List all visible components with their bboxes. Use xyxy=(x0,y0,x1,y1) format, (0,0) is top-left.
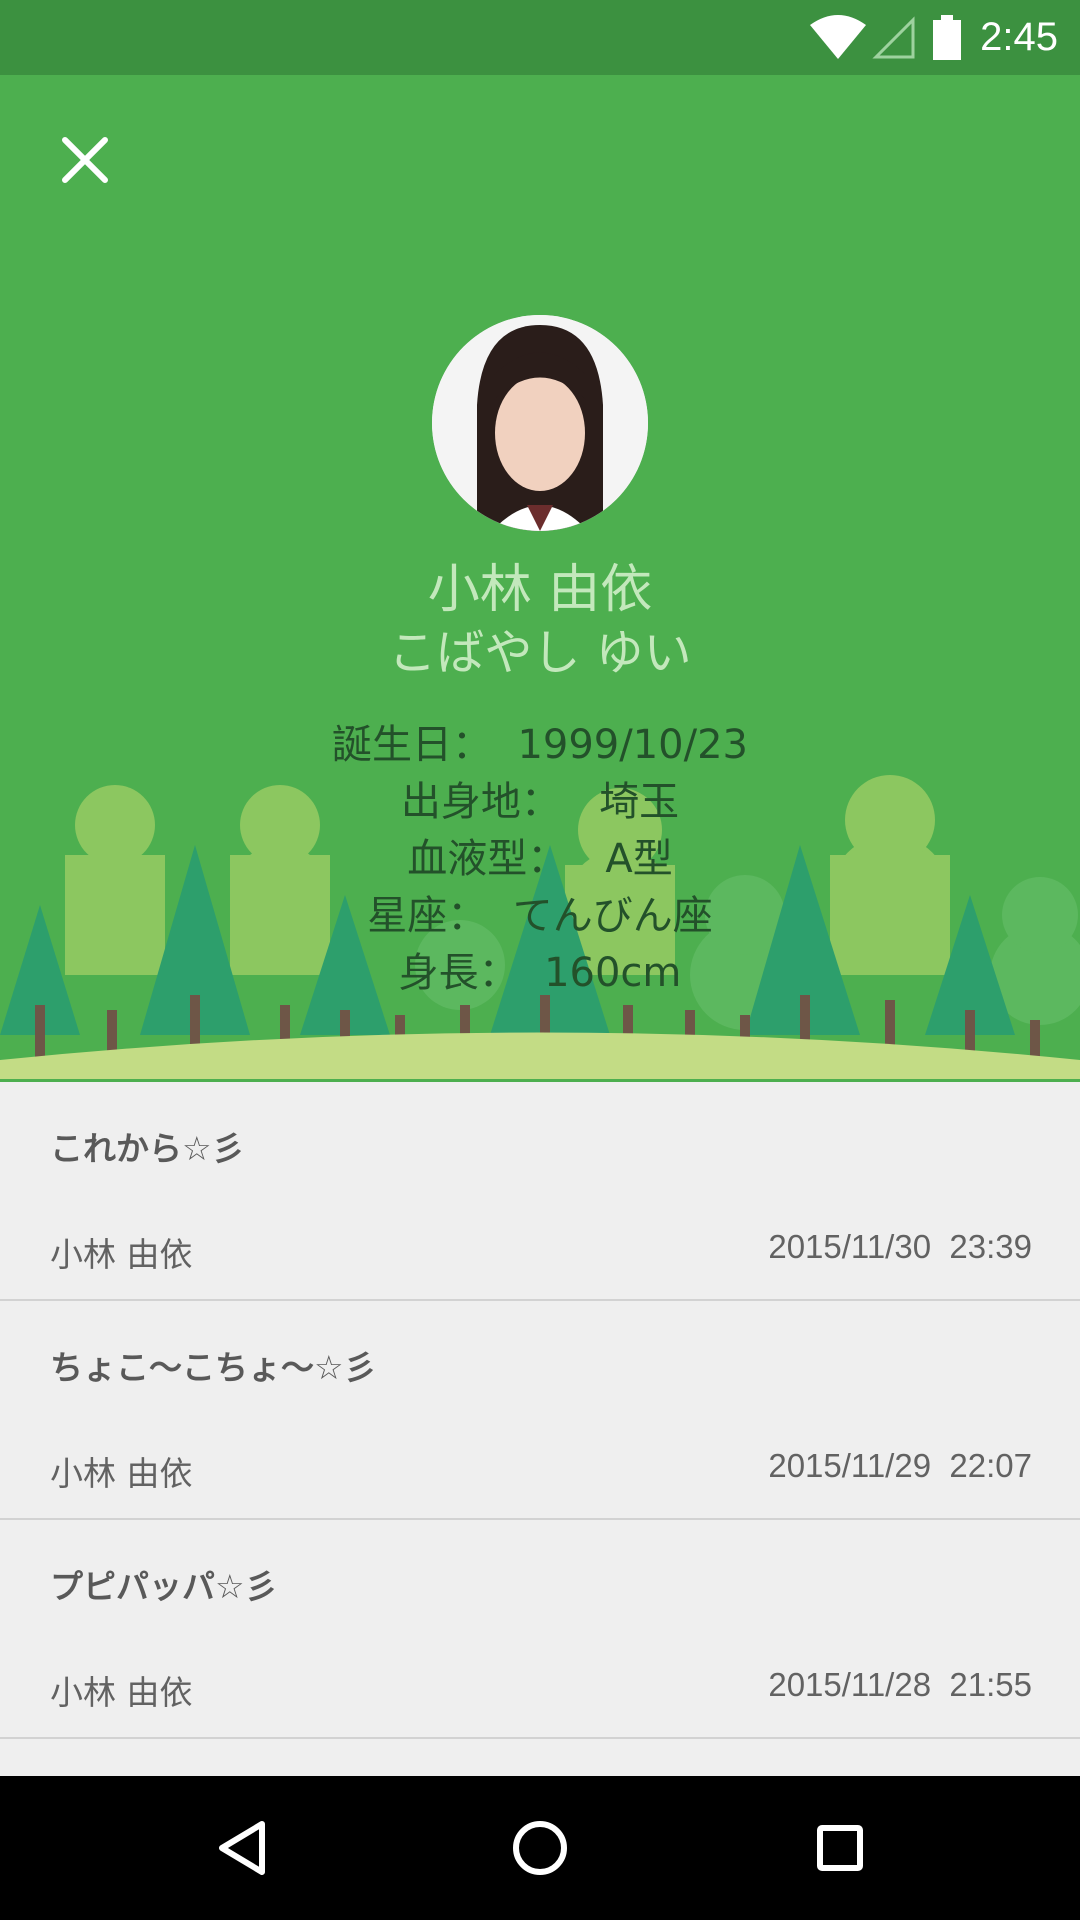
info-height: 身長： 160cm xyxy=(0,948,1080,998)
post-date: 2015/11/28 21:55 xyxy=(768,1666,1032,1704)
recents-icon xyxy=(760,1776,920,1920)
post-author: 小林 由依 xyxy=(50,1673,193,1712)
post-date: 2015/11/29 22:07 xyxy=(768,1447,1032,1485)
avatar xyxy=(432,315,648,531)
profile-kana: こばやし ゆい xyxy=(388,625,692,681)
info-birthplace: 出身地： 埼玉 xyxy=(0,777,1080,827)
info-label: 血液型： xyxy=(407,836,568,882)
info-value: 埼玉 xyxy=(599,779,680,825)
post-list: これから☆彡 小林 由依 2015/11/30 23:39 ちょこ〜こちょ〜☆彡… xyxy=(0,1082,1080,1739)
navigation-bar xyxy=(0,1776,1080,1920)
info-value: 160cm xyxy=(544,950,682,996)
info-label: 星座： xyxy=(367,893,488,939)
home-button[interactable] xyxy=(460,1776,620,1920)
list-item[interactable]: ちょこ〜こちょ〜☆彡 小林 由依 2015/11/29 22:07 xyxy=(0,1301,1080,1520)
info-birthday: 誕生日： 1999/10/23 xyxy=(0,720,1080,770)
wifi-icon xyxy=(808,14,868,61)
home-icon xyxy=(460,1776,620,1920)
info-label: 身長： xyxy=(398,950,519,996)
list-item[interactable]: これから☆彡 小林 由依 2015/11/30 23:39 xyxy=(0,1082,1080,1301)
info-blood-type: 血液型： A型 xyxy=(0,834,1080,884)
post-date: 2015/11/30 23:39 xyxy=(768,1228,1032,1266)
recents-button[interactable] xyxy=(760,1776,920,1920)
post-date-day: 2015/11/30 xyxy=(768,1228,932,1265)
info-value: 1999/10/23 xyxy=(517,722,748,768)
post-title: プピパッパ☆彡 xyxy=(50,1567,278,1606)
close-button[interactable] xyxy=(55,130,115,190)
battery-icon xyxy=(932,14,962,61)
status-bar: 2:45 xyxy=(0,0,1080,75)
post-date-day: 2015/11/28 xyxy=(768,1666,932,1703)
post-author: 小林 由依 xyxy=(50,1454,193,1493)
post-date-day: 2015/11/29 xyxy=(768,1447,932,1484)
post-title: これから☆彡 xyxy=(50,1129,245,1168)
post-author: 小林 由依 xyxy=(50,1235,193,1274)
status-time: 2:45 xyxy=(980,15,1058,59)
info-label: 誕生日： xyxy=(332,722,492,768)
back-icon xyxy=(160,1776,320,1920)
info-label: 出身地： xyxy=(400,779,561,825)
back-button[interactable] xyxy=(160,1776,320,1920)
info-value: てんびん座 xyxy=(512,893,713,939)
post-date-time: 23:39 xyxy=(949,1228,1032,1265)
profile-header: 小林 由依 こばやし ゆい 誕生日： 1999/10/23 出身地： 埼玉 血液… xyxy=(0,75,1080,1082)
profile-name: 小林 由依 xyxy=(427,560,653,620)
post-date-time: 21:55 xyxy=(949,1666,1032,1703)
list-item[interactable]: プピパッパ☆彡 小林 由依 2015/11/28 21:55 xyxy=(0,1520,1080,1739)
info-value: A型 xyxy=(605,836,673,882)
signal-icon xyxy=(872,15,916,60)
post-title: ちょこ〜こちょ〜☆彡 xyxy=(50,1348,377,1387)
post-date-time: 22:07 xyxy=(949,1447,1032,1484)
close-icon xyxy=(55,137,115,194)
info-zodiac: 星座： てんびん座 xyxy=(0,891,1080,941)
